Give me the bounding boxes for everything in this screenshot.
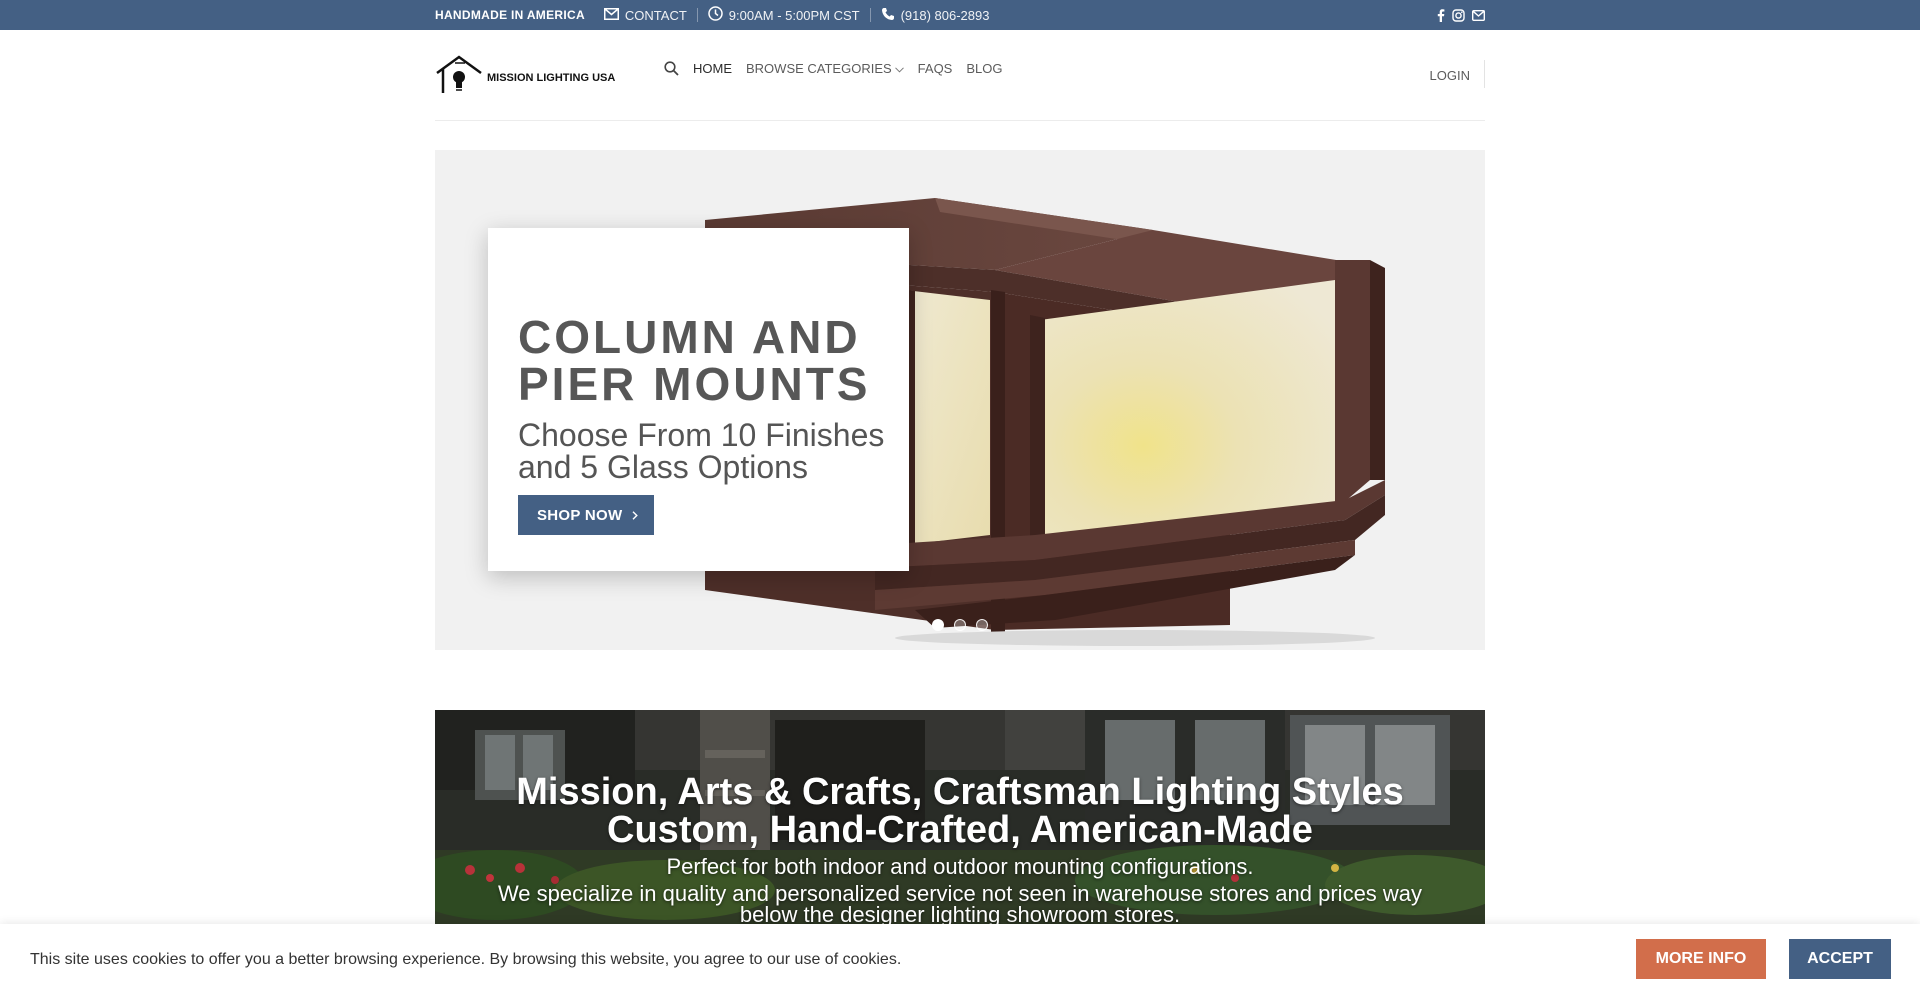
login-link[interactable]: LOGIN (1430, 68, 1470, 83)
hero-title: COLUMN AND PIER MOUNTS (518, 311, 871, 410)
contact-label: CONTACT (624, 7, 687, 23)
banner-content: Mission, Arts & Crafts, Craftsman Lighti… (435, 710, 1485, 925)
nav-item-faqs[interactable]: FAQS (918, 61, 953, 76)
cookie-text: This site uses cookies to offer you a be… (30, 951, 902, 968)
hero-card: COLUMN AND PIER MOUNTS Choose From 10 Fi… (488, 228, 909, 571)
slider-dots (932, 619, 988, 631)
accept-button[interactable]: ACCEPT (1789, 939, 1891, 979)
slider-dot[interactable] (932, 619, 944, 631)
instagram-icon[interactable] (1452, 8, 1465, 22)
house-lamp-logo-icon (435, 55, 483, 100)
nav-item-browse-categories[interactable]: BROWSE CATEGORIES (746, 61, 904, 76)
top-bar-content: HANDMADE IN AMERICA CONTACT 9:00AM - 5:0… (435, 0, 1485, 30)
cookie-notice: This site uses cookies to offer you a be… (0, 924, 1920, 993)
nav-label: BROWSE CATEGORIES (746, 60, 892, 76)
phone-link[interactable]: (918) 806-2893 (881, 7, 990, 24)
banner-subheading: Custom, Hand-Crafted, American-Made (607, 809, 1313, 851)
search-icon[interactable] (664, 60, 679, 76)
site-logo[interactable]: MISSION LIGHTING USA (435, 55, 615, 100)
social-links (1437, 0, 1485, 30)
divider (1484, 60, 1485, 88)
contact-link[interactable]: CONTACT (603, 7, 687, 23)
slider-dot[interactable] (954, 619, 966, 631)
email-icon[interactable] (1472, 9, 1485, 21)
nav-item-home[interactable]: HOME (693, 61, 732, 76)
shop-now-button[interactable]: SHOP NOW (518, 495, 655, 535)
chevron-down-icon (894, 61, 904, 76)
phone-icon (881, 7, 895, 24)
chevron-right-icon (632, 507, 639, 524)
slider-dot[interactable] (976, 619, 988, 631)
top-bar: HANDMADE IN AMERICA CONTACT 9:00AM - 5:0… (0, 0, 1920, 30)
handmade-tagline: HANDMADE IN AMERICA (435, 8, 585, 22)
clock-icon (708, 6, 723, 24)
banner-text: Perfect for both indoor and outdoor moun… (666, 854, 1254, 879)
site-header: MISSION LIGHTING USA HOME BROWSE CATEGOR… (435, 30, 1485, 121)
phone-number: (918) 806-2893 (900, 7, 990, 23)
banner-text: We specialize in quality and personalize… (497, 881, 1423, 926)
nav-item-blog[interactable]: BLOG (966, 61, 1002, 76)
shop-now-label: SHOP NOW (537, 506, 623, 524)
hours-text: 9:00AM - 5:00PM CST (728, 7, 860, 23)
craftsman-banner: Mission, Arts & Crafts, Craftsman Lighti… (435, 710, 1485, 925)
more-info-button[interactable]: MORE INFO (1636, 939, 1766, 979)
divider (869, 8, 871, 22)
banner-heading: Mission, Arts & Crafts, Craftsman Lighti… (516, 771, 1404, 813)
envelope-icon (603, 7, 619, 23)
facebook-icon[interactable] (1437, 8, 1445, 22)
divider (696, 8, 698, 22)
business-hours: 9:00AM - 5:00PM CST (708, 6, 860, 24)
hero-subtitle: Choose From 10 Finishes and 5 Glass Opti… (518, 417, 885, 485)
main-navigation: HOME BROWSE CATEGORIES FAQS BLOG (664, 60, 1016, 76)
logo-text: MISSION LIGHTING USA (487, 71, 616, 84)
hero-slider[interactable]: COLUMN AND PIER MOUNTS Choose From 10 Fi… (435, 150, 1485, 650)
